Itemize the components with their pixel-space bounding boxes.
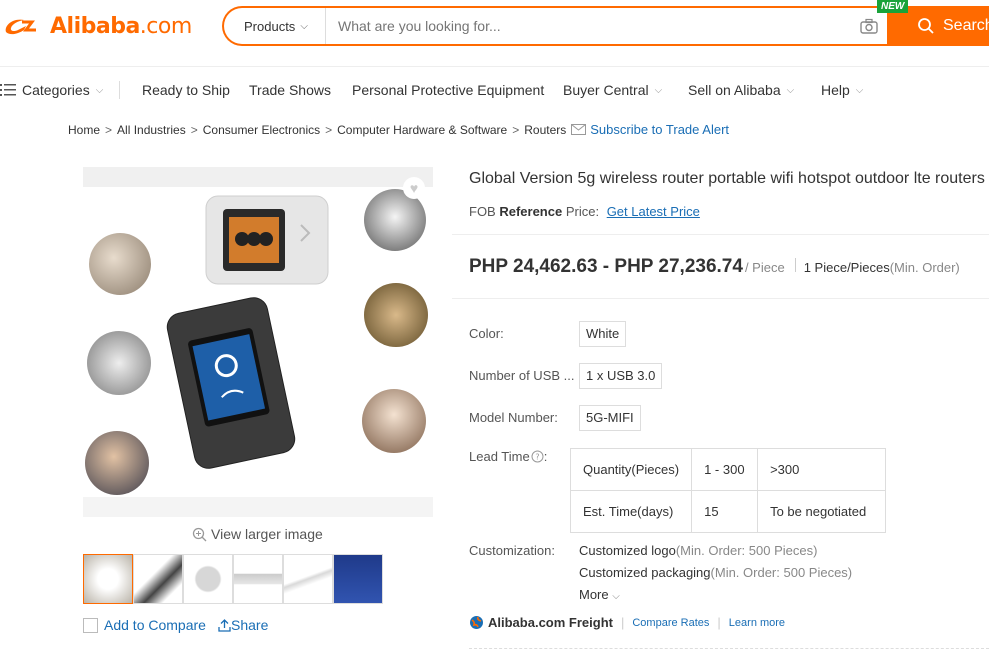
globe-icon — [470, 616, 483, 629]
brand-name: Alibaba.com — [50, 13, 192, 39]
learn-more-link[interactable]: Learn more — [729, 617, 785, 629]
color-option-white[interactable]: White — [579, 321, 627, 347]
customization-label: Customization: — [469, 543, 555, 558]
mail-icon — [571, 124, 587, 135]
add-to-compare-label: Add to Compare — [104, 617, 206, 633]
share-button[interactable]: Share — [218, 617, 268, 633]
chevron-down-icon: ⌵ — [786, 84, 795, 96]
table-cell: Est. Time(days) — [569, 490, 693, 533]
price-unit: / Piece — [744, 260, 785, 275]
product-title: Global Version 5g wireless router portab… — [469, 170, 985, 187]
usb-option[interactable]: 1 x USB 3.0 — [579, 363, 663, 389]
new-badge: NEW — [877, 0, 909, 13]
thumbnail[interactable] — [333, 554, 383, 604]
thumbnail[interactable] — [283, 554, 333, 604]
table-cell: >300 — [757, 448, 887, 491]
search-button-label: Search — [943, 17, 989, 34]
breadcrumb-home[interactable]: Home — [68, 123, 100, 137]
divider — [469, 648, 989, 649]
nav-categories-label: Categories — [22, 82, 90, 98]
header: Alibaba.com Products ⌵ Search NEW — [0, 0, 989, 56]
table-cell: To be negotiated — [757, 490, 887, 533]
nav-divider — [119, 81, 120, 99]
chevron-down-icon: ⌵ — [300, 20, 308, 32]
table-cell: 15 — [691, 490, 759, 533]
search-bar: Products ⌵ Search — [222, 6, 989, 46]
alibaba-logo[interactable]: Alibaba.com — [2, 12, 192, 40]
lifestyle-photo — [89, 233, 151, 295]
nav-categories[interactable]: Categories ⌵ — [0, 82, 103, 98]
search-input[interactable] — [326, 8, 851, 44]
table-row: Est. Time(days) 15 To be negotiated — [569, 490, 887, 533]
lead-time-label: Lead Time ? : — [469, 449, 548, 464]
chevron-down-icon: ⌵ — [855, 84, 864, 96]
compare-rates-link[interactable]: Compare Rates — [632, 617, 709, 629]
breadcrumb-computer-hardware[interactable]: Computer Hardware & Software — [337, 123, 507, 137]
customization-logo: Customized logo(Min. Order: 500 Pieces) — [579, 543, 818, 558]
camera-icon[interactable] — [851, 8, 887, 44]
compare-checkbox[interactable] — [83, 617, 98, 633]
attr-usb-label: Number of USB ... — [469, 368, 575, 383]
min-order-quantity: 1 Piece/Pieces — [803, 260, 890, 275]
lifestyle-photo — [87, 331, 151, 395]
nav-ppe[interactable]: Personal Protective Equipment — [352, 82, 544, 98]
nav-help[interactable]: Help ⌵ — [821, 82, 863, 98]
nav-sell-on-alibaba[interactable]: Sell on Alibaba ⌵ — [688, 82, 794, 98]
top-nav: Categories ⌵ Ready to Ship Trade Shows P… — [0, 66, 989, 112]
customization-packaging: Customized packaging(Min. Order: 500 Pie… — [579, 565, 853, 580]
price-block: PHP 24,462.63 - PHP 27,236.74 / Piece 1 … — [469, 256, 960, 278]
search-category-label: Products — [244, 18, 296, 34]
breadcrumb-all-industries[interactable]: All Industries — [117, 123, 186, 137]
table-row: Quantity(Pieces) 1 - 300 >300 — [569, 448, 887, 491]
table-cell: 1 - 300 — [691, 448, 759, 491]
white-router-illustration — [205, 195, 329, 285]
freight-name: Alibaba.com Freight — [488, 615, 613, 630]
table-cell: Quantity(Pieces) — [569, 448, 693, 491]
divider — [452, 298, 989, 299]
lifestyle-photo — [364, 283, 428, 347]
help-icon[interactable]: ? — [531, 450, 544, 463]
heart-icon[interactable]: ♥ — [403, 177, 425, 199]
freight-row: Alibaba.com Freight | Compare Rates | Le… — [469, 615, 785, 630]
nav-buyer-central[interactable]: Buyer Central ⌵ — [563, 82, 662, 98]
thumbnail[interactable] — [233, 554, 283, 604]
menu-icon — [0, 84, 16, 96]
search-icon — [918, 18, 934, 34]
nav-ready-to-ship[interactable]: Ready to Ship — [142, 82, 230, 98]
breadcrumb-consumer-electronics[interactable]: Consumer Electronics — [203, 123, 320, 137]
breadcrumb: Home > All Industries > Consumer Electro… — [68, 122, 730, 137]
search-category-select[interactable]: Products ⌵ — [224, 8, 326, 44]
thumbnail-strip — [83, 554, 383, 604]
subscribe-trade-alert-link[interactable]: Subscribe to Trade Alert — [590, 122, 729, 137]
product-main-image[interactable]: ♥ — [83, 167, 433, 517]
thumbnail[interactable] — [183, 554, 233, 604]
chevron-down-icon: ⌵ — [95, 84, 104, 96]
price-range: PHP 24,462.63 - PHP 27,236.74 — [469, 256, 743, 277]
attr-color-label: Color: — [469, 326, 504, 341]
add-to-compare[interactable]: Add to Compare — [83, 617, 206, 633]
min-order-note: (Min. Order) — [889, 260, 960, 275]
get-latest-price-link[interactable]: Get Latest Price — [607, 204, 700, 219]
attr-model-label: Model Number: — [469, 410, 558, 425]
lifestyle-photo — [362, 389, 426, 453]
lead-time-table: Quantity(Pieces) 1 - 300 >300 Est. Time(… — [569, 448, 887, 533]
model-option[interactable]: 5G-MIFI — [579, 405, 641, 431]
fob-price-line: FOB Reference Price: Get Latest Price — [469, 204, 700, 219]
svg-text:?: ? — [535, 453, 539, 462]
divider — [452, 234, 989, 235]
lifestyle-photo — [85, 431, 149, 495]
more-customization-toggle[interactable]: More ⌵ — [579, 587, 620, 602]
view-larger-label: View larger image — [211, 526, 323, 542]
view-larger-image-button[interactable]: View larger image — [192, 526, 323, 542]
nav-trade-shows[interactable]: Trade Shows — [249, 82, 331, 98]
chevron-down-icon: ⌵ — [654, 84, 663, 96]
thumbnail[interactable] — [133, 554, 183, 604]
breadcrumb-routers[interactable]: Routers — [524, 123, 566, 137]
share-icon — [218, 618, 231, 632]
zoom-icon — [192, 527, 207, 541]
share-label: Share — [231, 617, 269, 633]
chevron-down-icon: ⌵ — [612, 591, 620, 602]
thumbnail[interactable] — [83, 554, 133, 604]
alibaba-logo-icon — [5, 19, 36, 35]
